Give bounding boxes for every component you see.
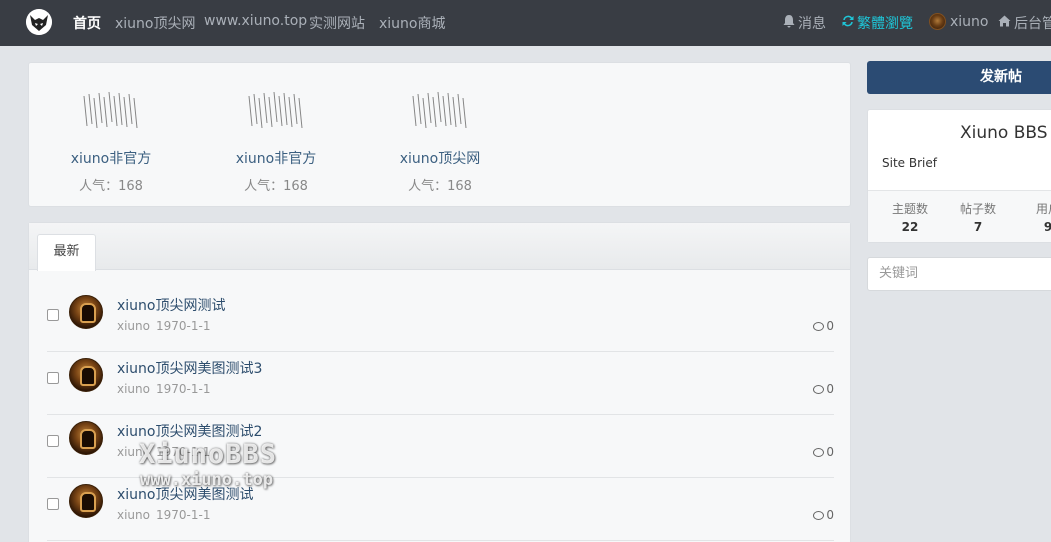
stat-label: 帖子数 xyxy=(959,202,996,216)
tab-bar: 最新 xyxy=(29,223,850,271)
stat-value: 7 xyxy=(973,220,983,234)
bell-icon xyxy=(783,14,795,32)
search-input[interactable]: 关键词 xyxy=(867,257,1051,291)
stat-users: 用户 9 xyxy=(1018,200,1051,234)
site-popularity: 人气：168 xyxy=(408,179,472,194)
reply-count: 0 xyxy=(826,508,834,522)
nav-shop[interactable]: xiuno商城 xyxy=(379,13,446,33)
thread-reply-count: 0 xyxy=(813,382,834,396)
reply-count: 0 xyxy=(826,319,834,333)
reply-count: 0 xyxy=(826,445,834,459)
comment-icon xyxy=(813,322,825,331)
refresh-icon xyxy=(842,15,854,31)
author-avatar[interactable] xyxy=(69,421,103,455)
stat-label: 用户 xyxy=(1035,202,1051,216)
xiuno-logo-icon[interactable] xyxy=(26,9,52,35)
comment-icon xyxy=(813,511,825,520)
author-avatar[interactable] xyxy=(69,358,103,392)
site-popularity: 人气：168 xyxy=(79,179,143,194)
nav-admin-label: 后台管 xyxy=(1014,16,1051,32)
stat-value: 22 xyxy=(901,220,919,234)
thread-checkbox[interactable] xyxy=(47,309,59,321)
nav-user[interactable]: xiuno xyxy=(929,13,989,30)
thread-reply-count: 0 xyxy=(813,445,834,459)
site-thumbnail xyxy=(410,88,470,134)
nav-messages[interactable]: 消息 xyxy=(783,13,826,33)
top-navbar: 首页 xiuno顶尖网 www.xiuno.top 实测网站 xiuno商城 消… xyxy=(0,0,1051,46)
thread-date: 1970-1-1 xyxy=(156,382,211,396)
site-brief: Site Brief xyxy=(882,156,937,170)
stat-value: 9 xyxy=(1043,220,1051,234)
new-post-button[interactable]: 发新帖 xyxy=(867,61,1051,94)
thread-author[interactable]: xiuno xyxy=(117,382,150,396)
site-thumbnail xyxy=(81,88,141,134)
thread-row[interactable]: xiuno顶尖网测试 xiuno 1970-1-1 0 xyxy=(47,289,834,352)
site-title: Xiuno BBS xyxy=(960,123,1048,143)
thread-meta: xiuno 1970-1-1 xyxy=(117,508,216,522)
nav-messages-label: 消息 xyxy=(798,16,826,32)
comment-icon xyxy=(813,448,825,457)
thread-title[interactable]: xiuno顶尖网美图测试2 xyxy=(117,421,262,441)
thread-list-card: 最新 xiuno顶尖网测试 xiuno 1970-1-1 0 xiuno顶尖网美图… xyxy=(28,222,851,542)
site-name[interactable]: xiuno非官方 xyxy=(206,148,346,168)
stat-posts: 帖子数 7 xyxy=(948,200,1008,234)
user-avatar xyxy=(929,13,946,30)
thread-title[interactable]: xiuno顶尖网测试 xyxy=(117,295,226,315)
thread-row[interactable]: xiuno顶尖网美图测试3 xiuno 1970-1-1 0 xyxy=(47,352,834,415)
stat-threads: 主题数 22 xyxy=(880,200,940,234)
nav-website[interactable]: www.xiuno.top xyxy=(204,13,307,29)
site-popularity: 人气：168 xyxy=(244,179,308,194)
site-thumbnail xyxy=(246,88,306,134)
site-name[interactable]: xiuno非官方 xyxy=(41,148,181,168)
thread-meta: xiuno 1970-1-1 xyxy=(117,382,216,396)
thread-checkbox[interactable] xyxy=(47,498,59,510)
thread-author[interactable]: xiuno xyxy=(117,508,150,522)
nav-admin[interactable]: 后台管 xyxy=(998,13,1051,33)
nav-test-sites[interactable]: 实测网站 xyxy=(309,13,365,33)
site-link-item[interactable]: xiuno非官方 人气：168 xyxy=(41,88,181,194)
site-link-item[interactable]: xiuno非官方 人气：168 xyxy=(206,88,346,194)
watermark-title: XiunoBBS xyxy=(139,439,278,470)
thread-date: 1970-1-1 xyxy=(156,508,211,522)
tab-latest[interactable]: 最新 xyxy=(37,234,96,271)
nav-xiuno-top[interactable]: xiuno顶尖网 xyxy=(115,13,196,33)
thread-checkbox[interactable] xyxy=(47,372,59,384)
home-icon xyxy=(998,15,1011,31)
stat-label: 主题数 xyxy=(891,202,928,216)
nav-home[interactable]: 首页 xyxy=(73,13,101,33)
watermark-url: www.xiuno.top xyxy=(140,470,274,490)
thread-meta: xiuno 1970-1-1 xyxy=(117,319,216,333)
thread-reply-count: 0 xyxy=(813,508,834,522)
reply-count: 0 xyxy=(826,382,834,396)
author-avatar[interactable] xyxy=(69,484,103,518)
thread-title[interactable]: xiuno顶尖网美图测试3 xyxy=(117,358,262,378)
author-avatar[interactable] xyxy=(69,295,103,329)
site-link-item[interactable]: xiuno顶尖网 人气：168 xyxy=(370,88,510,194)
comment-icon xyxy=(813,385,825,394)
nav-user-label: xiuno xyxy=(950,13,989,30)
thread-author[interactable]: xiuno xyxy=(117,319,150,333)
site-links-card: xiuno非官方 人气：168 xiuno非官方 人气：168 xiuno顶尖网… xyxy=(28,62,851,207)
thread-checkbox[interactable] xyxy=(47,435,59,447)
site-name[interactable]: xiuno顶尖网 xyxy=(370,148,510,168)
site-info-card: Xiuno BBS Site Brief 主题数 22 帖子数 7 用户 9 xyxy=(867,109,1051,243)
nav-traditional-chinese[interactable]: 繁體瀏覽 xyxy=(842,13,913,33)
thread-date: 1970-1-1 xyxy=(156,319,211,333)
site-stats: 主题数 22 帖子数 7 用户 9 xyxy=(868,190,1051,242)
thread-reply-count: 0 xyxy=(813,319,834,333)
nav-traditional-label: 繁體瀏覽 xyxy=(857,16,913,32)
